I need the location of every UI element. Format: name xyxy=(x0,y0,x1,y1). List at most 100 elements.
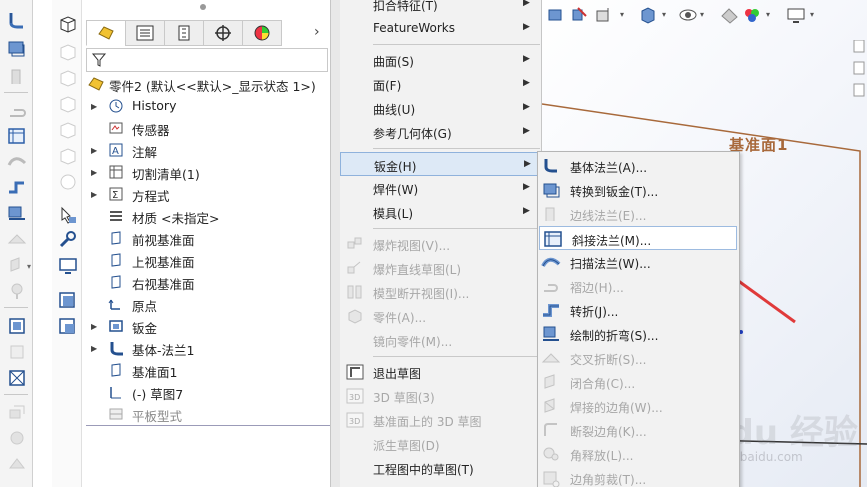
edge-flange-tool-icon[interactable] xyxy=(6,66,28,86)
panel-grip-icon[interactable] xyxy=(200,4,206,10)
expand-arrow-icon[interactable]: ▶ xyxy=(91,146,97,155)
tab-feature-manager[interactable] xyxy=(86,20,126,46)
tree-filter-bar[interactable] xyxy=(86,48,328,72)
part-cube-icon[interactable] xyxy=(57,14,79,34)
section-view-icon[interactable] xyxy=(570,6,590,24)
sheet-metal-menu-item[interactable]: 焊接的边角(W)... xyxy=(538,394,739,418)
sheet-metal-menu-item[interactable]: 边角剪裁(T)... xyxy=(538,466,739,487)
insert-menu-item[interactable]: 零件(A)... xyxy=(340,304,540,328)
view-orientation-icon[interactable] xyxy=(638,6,658,24)
view-settings-icon[interactable] xyxy=(786,6,806,24)
hem-tool-icon[interactable] xyxy=(6,100,28,120)
convert-to-sheet-metal-tool-icon[interactable] xyxy=(6,38,28,58)
miter-flange-tool-icon[interactable] xyxy=(6,126,28,146)
view-cube-icon[interactable] xyxy=(57,316,79,336)
insert-menu-item[interactable]: 镜向零件(M)... xyxy=(340,328,540,352)
insert-menu-item[interactable]: 面(F) ▶ xyxy=(340,72,540,96)
menu-separator xyxy=(373,44,540,45)
jog-tool-icon[interactable] xyxy=(6,177,28,197)
insert-menu-item[interactable]: 焊件(W) ▶ xyxy=(340,176,540,200)
no-bends-tool-icon[interactable] xyxy=(6,342,28,362)
insert-menu-item[interactable]: 爆炸视图(V)... xyxy=(340,232,540,256)
insert-menu-item[interactable]: 曲线(U) ▶ xyxy=(340,96,540,120)
sheet-metal-menu-item[interactable]: 扫描法兰(W)... xyxy=(538,250,739,274)
vent-tool-icon[interactable] xyxy=(6,454,28,474)
flatten-tool-icon[interactable] xyxy=(6,316,28,336)
closed-corner-tool-icon[interactable] xyxy=(6,255,28,275)
sheet-metal-menu-item[interactable]: 转换到钣金(T)... xyxy=(538,178,739,202)
previous-view-icon[interactable] xyxy=(546,6,566,24)
tree-node-label: 平板型式 xyxy=(132,409,183,424)
monitor-tool-icon[interactable] xyxy=(57,256,79,276)
insert-menu-item[interactable]: 退出草图 xyxy=(340,360,540,384)
caret-down-icon[interactable]: ▾ xyxy=(662,10,666,19)
cross-break-tool-icon[interactable] xyxy=(6,229,28,249)
expand-arrow-icon[interactable]: ▶ xyxy=(91,102,97,111)
sheet-metal-menu-item[interactable]: 边线法兰(E)... xyxy=(538,202,739,226)
insert-menu-item[interactable]: 模具(L) ▶ xyxy=(340,200,540,224)
tab-scroll-right-icon[interactable]: › xyxy=(314,24,320,40)
sheet-metal-menu-item[interactable]: 闭合角(C)... xyxy=(538,370,739,394)
view-cube-icon[interactable] xyxy=(57,290,79,310)
wrench-tool-icon[interactable] xyxy=(57,230,79,250)
disabled-cube-icon[interactable] xyxy=(57,68,79,88)
insert-menu-item[interactable]: 工程图中的草图(T) xyxy=(340,456,540,480)
insert-menu-item[interactable]: 派生草图(D) xyxy=(340,432,540,456)
sheet-metal-menu-item[interactable]: 交叉折断(S)... xyxy=(538,346,739,370)
corner-tool-icon[interactable] xyxy=(6,281,28,301)
extruded-cut-tool-icon[interactable] xyxy=(6,402,28,422)
tab-configuration-manager[interactable] xyxy=(164,20,204,46)
flyout-caret-icon[interactable]: ▾ xyxy=(27,262,31,271)
sheet-metal-menu-item[interactable]: 转折(J)... xyxy=(538,298,739,322)
caret-down-icon[interactable]: ▾ xyxy=(766,10,770,19)
expand-arrow-icon[interactable]: ▶ xyxy=(91,344,97,353)
menu-item-label: 工程图中的草图(T) xyxy=(373,463,474,477)
sketched-bend-tool-icon[interactable] xyxy=(6,203,28,223)
submenu-arrow-icon: ▶ xyxy=(523,22,530,32)
tree-rollback-bar[interactable] xyxy=(86,425,330,426)
sheet-metal-menu-item[interactable]: 断裂边角(K)... xyxy=(538,418,739,442)
insert-menu-item[interactable]: 参考几何体(G) ▶ xyxy=(340,120,540,144)
disabled-cube-icon[interactable] xyxy=(57,146,79,166)
caret-down-icon[interactable]: ▾ xyxy=(620,10,624,19)
base-flange-tool-icon[interactable] xyxy=(6,10,28,30)
tab-property-manager[interactable] xyxy=(125,20,165,46)
hide-show-items-icon[interactable] xyxy=(678,6,698,24)
swept-flange-tool-icon[interactable] xyxy=(6,151,28,171)
insert-menu-item[interactable]: 模型断开视图(I)... xyxy=(340,280,540,304)
insert-menu-item[interactable]: 3D 3D 草图(3) xyxy=(340,384,540,408)
insert-menu-item[interactable]: 爆炸直线草图(L) xyxy=(340,256,540,280)
expand-arrow-icon[interactable]: ▶ xyxy=(91,190,97,199)
sheet-metal-menu-item[interactable]: 斜接法兰(M)... xyxy=(539,226,737,250)
sheet-metal-menu-item[interactable]: 角释放(L)... xyxy=(538,442,739,466)
tab-display-manager[interactable] xyxy=(242,20,282,46)
insert-menu-item[interactable]: FeatureWorks ▶ xyxy=(340,16,540,40)
insert-menu-item[interactable]: 曲面(S) ▶ xyxy=(340,48,540,72)
insert-menu-item[interactable]: 3D 基准面上的 3D 草图 xyxy=(340,408,540,432)
insert-menu-item[interactable]: 钣金(H) ▶ xyxy=(340,152,540,176)
menu-item-label: 钣金(H) xyxy=(374,160,417,174)
sheet-metal-menu-item[interactable]: 基体法兰(A)... xyxy=(538,154,739,178)
task-pane-tab-icons[interactable] xyxy=(852,40,866,120)
disabled-cube-icon[interactable] xyxy=(57,42,79,62)
expand-arrow-icon[interactable]: ▶ xyxy=(91,322,97,331)
disabled-cube-icon[interactable] xyxy=(57,94,79,114)
dynamic-annotation-icon[interactable] xyxy=(594,6,614,24)
disabled-cube-icon[interactable] xyxy=(57,120,79,140)
panel-splitter[interactable] xyxy=(330,0,340,487)
disabled-sphere-icon[interactable] xyxy=(57,172,79,192)
filter-icon[interactable] xyxy=(91,52,107,68)
edit-appearance-icon[interactable] xyxy=(720,6,740,24)
expand-arrow-icon[interactable]: ▶ xyxy=(91,168,97,177)
simple-hole-tool-icon[interactable] xyxy=(6,428,28,448)
cursor-select-icon[interactable] xyxy=(57,205,79,225)
sheet-metal-menu-item[interactable]: 绘制的折弯(S)... xyxy=(538,322,739,346)
tab-dimxpert-manager[interactable] xyxy=(203,20,243,46)
sheet-metal-menu-item[interactable]: 褶边(H)... xyxy=(538,274,739,298)
rip-tool-icon[interactable] xyxy=(6,368,28,388)
insert-menu-item[interactable]: 扣合特征(T) ▶ xyxy=(340,0,540,16)
svg-text:3D: 3D xyxy=(349,417,360,426)
caret-down-icon[interactable]: ▾ xyxy=(810,10,814,19)
caret-down-icon[interactable]: ▾ xyxy=(700,10,704,19)
apply-scene-icon[interactable] xyxy=(742,6,762,24)
